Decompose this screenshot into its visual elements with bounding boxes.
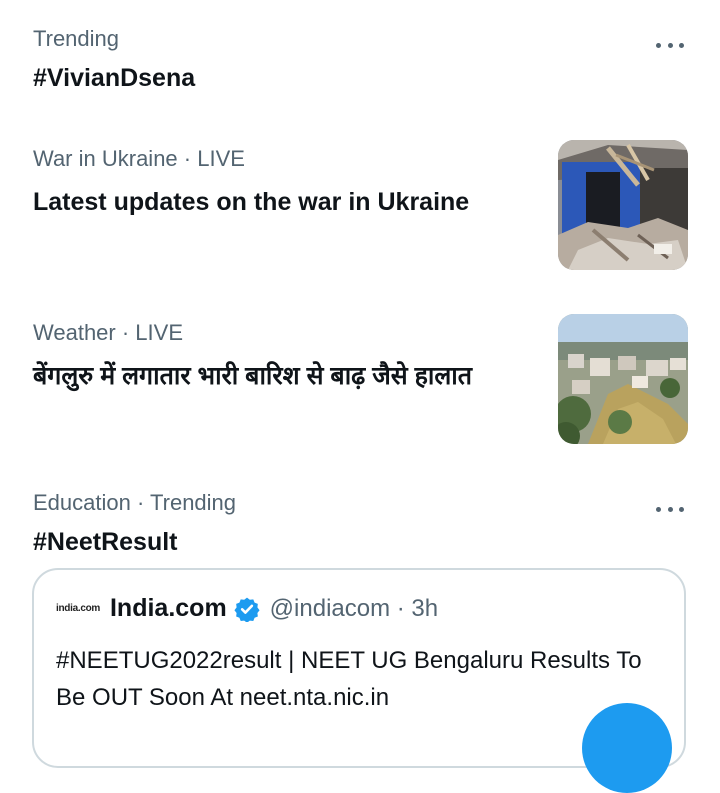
more-options-icon[interactable] bbox=[656, 41, 684, 49]
flooded-city-image bbox=[558, 314, 688, 444]
source-logo: india.com bbox=[56, 603, 100, 614]
compose-tweet-button[interactable] bbox=[582, 703, 672, 793]
tweet-text: #NEETUG2022result | NEET UG Bengaluru Re… bbox=[56, 647, 642, 711]
trend-context: Trending bbox=[33, 26, 120, 51]
source-handle-time: @indiacom · 3h bbox=[269, 594, 439, 622]
verified-badge-icon bbox=[234, 597, 260, 622]
trend-context: Education · Trending bbox=[33, 490, 237, 515]
trend-title: बेंगलुरु में लगातार भारी बारिश से बाढ़ ज… bbox=[33, 362, 473, 390]
trend-title: #NeetResult bbox=[33, 528, 178, 556]
trend-title: #VivianDsena bbox=[33, 64, 196, 92]
more-options-icon[interactable] bbox=[656, 505, 684, 513]
destroyed-building-image bbox=[558, 140, 688, 270]
trend-title: Latest updates on the war in Ukraine bbox=[33, 188, 470, 216]
trend-context: War in Ukraine · LIVE bbox=[33, 146, 245, 171]
trend-context: Weather · LIVE bbox=[33, 320, 183, 345]
tweet-header: india.com India.com @indiacom · 3h bbox=[56, 594, 438, 623]
source-name[interactable]: India.com bbox=[110, 594, 227, 623]
